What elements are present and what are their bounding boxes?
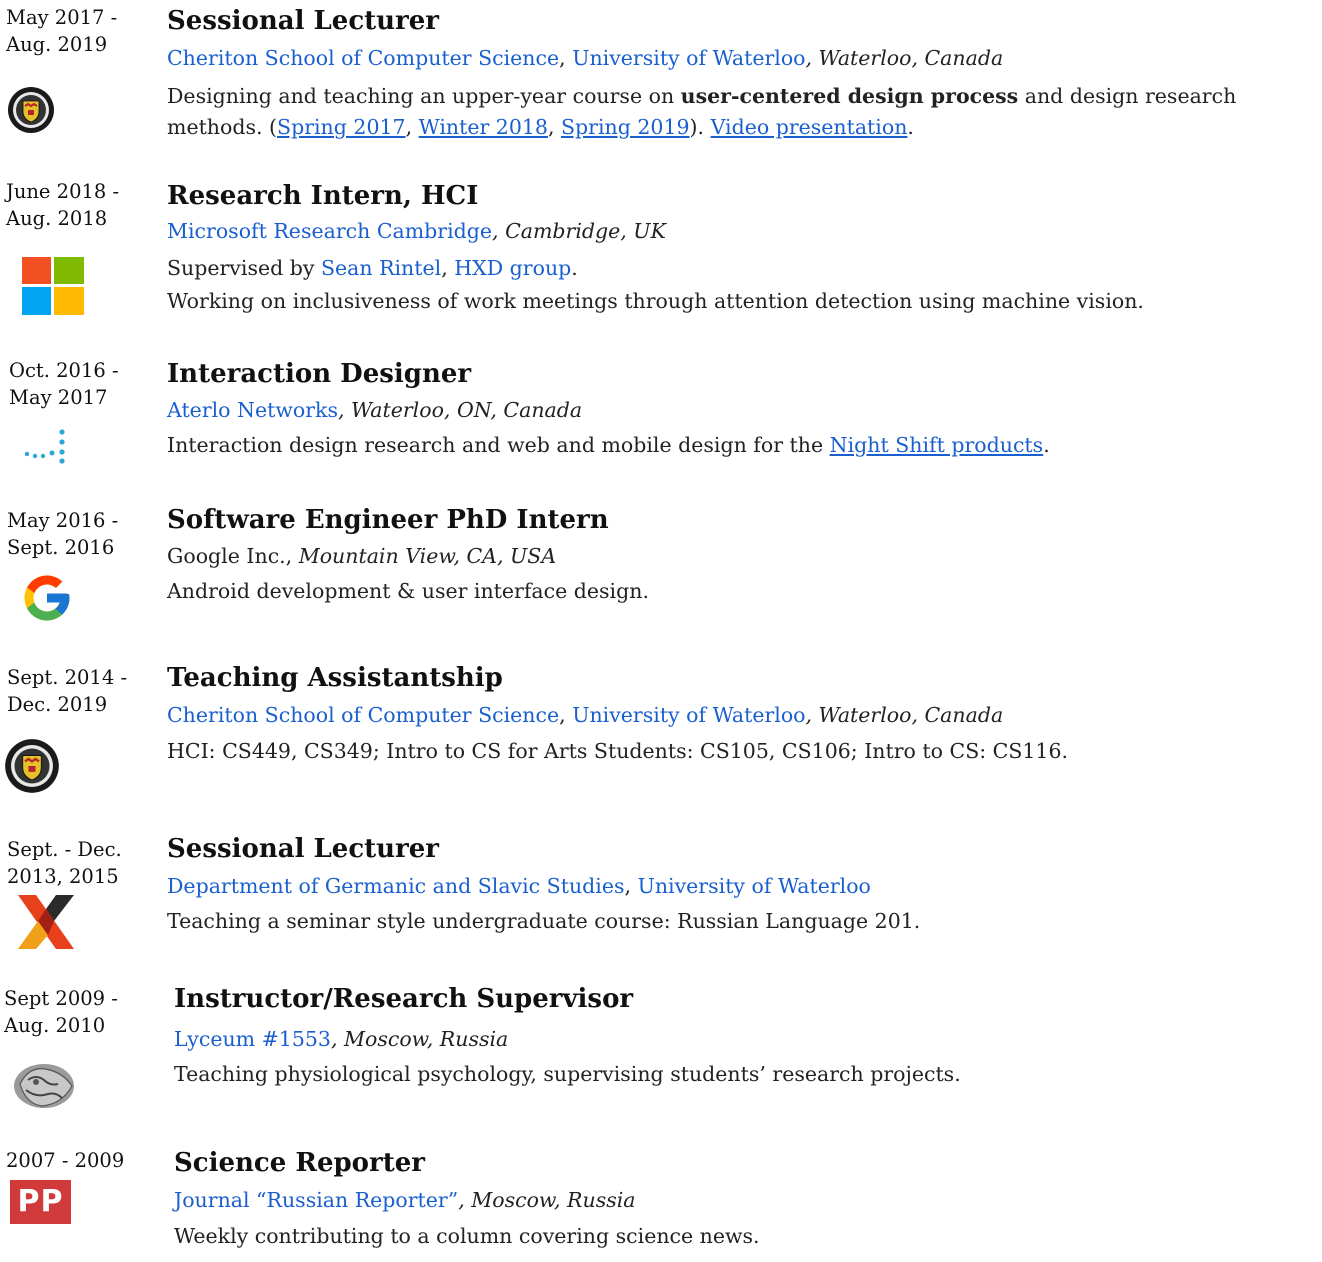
organization-line: Cheriton School of Computer Science, Uni… <box>167 46 1004 70</box>
organization-line: Lyceum #1553, Moscow, Russia <box>174 1027 509 1051</box>
winter-2018-link[interactable]: Winter 2018 <box>419 115 548 139</box>
job-title: Teaching Assistantship <box>167 663 503 693</box>
russian-reporter-pp-logo-icon: PP <box>10 1180 71 1224</box>
organization-line: Google Inc., Mountain View, CA, USA <box>167 544 557 568</box>
organization-line: Cheriton School of Computer Science, Uni… <box>167 703 1004 727</box>
description-line: Android development & user interface des… <box>167 579 649 603</box>
aterlo-dots-logo-icon <box>24 429 65 464</box>
entry-date: Sept. 2014 - Dec. 2019 <box>7 666 128 716</box>
description-line-2: methods. (Spring 2017, Winter 2018, Spri… <box>167 115 914 139</box>
journal-russian-reporter-link[interactable]: Journal “Russian Reporter” <box>174 1188 458 1212</box>
spring-2019-link[interactable]: Spring 2019 <box>561 115 690 139</box>
germanic-slavic-studies-link[interactable]: Department of Germanic and Slavic Studie… <box>167 874 625 898</box>
entry-date: May 2017 - Aug. 2019 <box>6 6 118 56</box>
google-g-logo-icon <box>24 575 70 621</box>
description-line: Teaching a seminar style undergraduate c… <box>167 909 921 933</box>
university-of-waterloo-link[interactable]: University of Waterloo <box>638 874 871 898</box>
microsoft-research-cambridge-link[interactable]: Microsoft Research Cambridge <box>167 219 492 243</box>
supervisor-line: Supervised by Sean Rintel, HXD group. <box>167 256 578 280</box>
microsoft-logo-icon <box>22 257 84 315</box>
spring-2017-link[interactable]: Spring 2017 <box>277 115 406 139</box>
night-shift-products-link[interactable]: Night Shift products <box>830 433 1044 457</box>
description-line: Working on inclusiveness of work meeting… <box>167 289 1144 313</box>
cheriton-school-link[interactable]: Cheriton School of Computer Science <box>167 703 559 727</box>
entry-date: May 2016 - Sept. 2016 <box>7 509 119 559</box>
lyceum-emblem-icon <box>14 1064 74 1108</box>
description-line: Teaching physiological psychology, super… <box>174 1062 961 1086</box>
organization-line: Journal “Russian Reporter”, Moscow, Russ… <box>174 1188 636 1212</box>
organization-line: Aterlo Networks, Waterloo, ON, Canada <box>167 398 583 422</box>
description-line: Weekly contributing to a column covering… <box>174 1224 760 1248</box>
aterlo-networks-link[interactable]: Aterlo Networks <box>167 398 338 422</box>
job-title: Sessional Lecturer <box>167 6 439 36</box>
university-of-waterloo-link[interactable]: University of Waterloo <box>572 703 805 727</box>
description-line: Designing and teaching an upper-year cou… <box>167 84 1237 108</box>
organization-line: Microsoft Research Cambridge, Cambridge,… <box>167 219 666 243</box>
description-line: HCI: CS449, CS349; Intro to CS for Arts … <box>167 739 1069 763</box>
cheriton-school-link[interactable]: Cheriton School of Computer Science <box>167 46 559 70</box>
job-title: Science Reporter <box>174 1148 425 1178</box>
hxd-group-link[interactable]: HXD group <box>454 256 571 280</box>
lyceum-1553-link[interactable]: Lyceum #1553 <box>174 1027 331 1051</box>
entry-date: June 2018 - Aug. 2018 <box>6 180 120 230</box>
entry-date: Oct. 2016 - May 2017 <box>9 359 119 409</box>
entry-date: Sept. - Dec. 2013, 2015 <box>7 838 122 888</box>
sean-rintel-link[interactable]: Sean Rintel <box>321 256 441 280</box>
university-of-waterloo-crest-icon <box>8 87 54 133</box>
description-line: Interaction design research and web and … <box>167 433 1050 457</box>
university-of-waterloo-crest-icon <box>5 739 59 793</box>
entry-date: Sept 2009 - Aug. 2010 <box>4 987 118 1037</box>
job-title: Instructor/Research Supervisor <box>174 984 634 1014</box>
entry-date: 2007 - 2009 <box>6 1149 125 1172</box>
university-of-waterloo-link[interactable]: University of Waterloo <box>572 46 805 70</box>
germanic-slavic-x-logo-icon <box>18 895 74 949</box>
job-title: Software Engineer PhD Intern <box>167 505 609 535</box>
video-presentation-link[interactable]: Video presentation <box>711 115 908 139</box>
job-title: Interaction Designer <box>167 359 472 389</box>
job-title: Sessional Lecturer <box>167 834 439 864</box>
organization-line: Department of Germanic and Slavic Studie… <box>167 874 871 898</box>
job-title: Research Intern, HCI <box>167 181 479 211</box>
